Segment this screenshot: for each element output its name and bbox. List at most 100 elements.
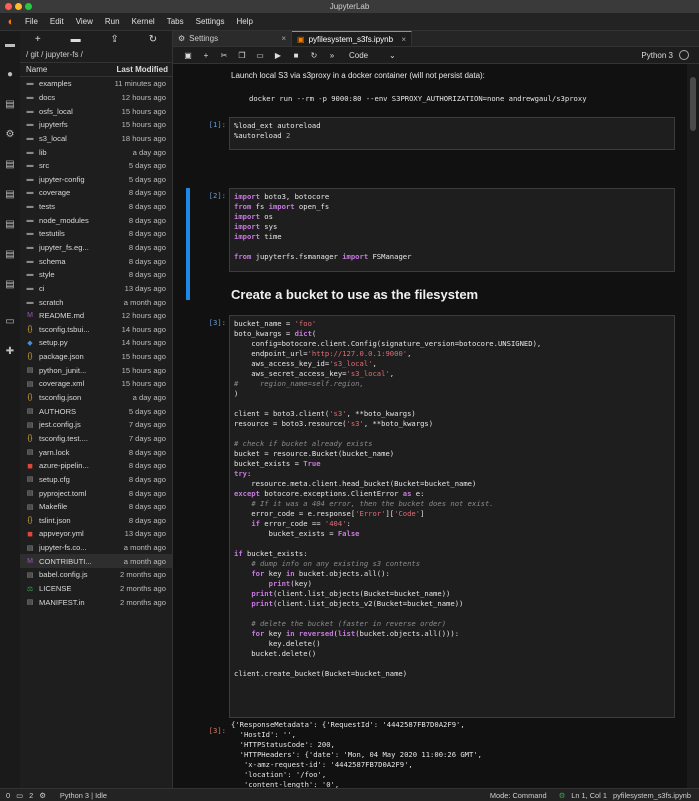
- menu-settings[interactable]: Settings: [196, 17, 225, 26]
- file-list-item[interactable]: ▤ Makefile 8 days ago: [20, 500, 172, 514]
- column-last-modified[interactable]: Last Modified: [100, 65, 172, 74]
- menu-file[interactable]: File: [25, 17, 38, 26]
- code-cell-3[interactable]: bucket_name = 'foo' boto_kwargs = dict( …: [229, 315, 675, 718]
- folder-icon[interactable]: ▬: [4, 39, 16, 51]
- file-list-item[interactable]: ▬ coverage 8 days ago: [20, 186, 172, 200]
- file-list-item[interactable]: ▤ MANIFEST.in 2 months ago: [20, 595, 172, 609]
- file-list-item[interactable]: ◼ azure-pipelin... 8 days ago: [20, 459, 172, 473]
- file-list-item[interactable]: ▬ jupyterfs 15 hours ago: [20, 118, 172, 132]
- cursor-position[interactable]: Ln 1, Col 1: [571, 791, 607, 800]
- column-name[interactable]: Name: [20, 65, 100, 74]
- refresh-icon[interactable]: ↻: [149, 34, 157, 45]
- file-list-item[interactable]: ▤ yarn.lock 8 days ago: [20, 445, 172, 459]
- file-list-item[interactable]: ◆ setup.py 14 hours ago: [20, 336, 172, 350]
- terminals-count[interactable]: 0: [6, 791, 10, 800]
- file-list-item[interactable]: ▤ jupyter-fs.co... a month ago: [20, 541, 172, 555]
- file-list-item[interactable]: ▬ docs 12 hours ago: [20, 91, 172, 105]
- file-list-item[interactable]: {} package.json 15 hours ago: [20, 350, 172, 364]
- kernel-name[interactable]: Python 3: [641, 51, 673, 60]
- file-list-item[interactable]: M README.md 12 hours ago: [20, 309, 172, 323]
- scrollbar-thumb[interactable]: [690, 77, 696, 131]
- tabs-icon[interactable]: ▭: [4, 316, 16, 328]
- file-modified: a month ago: [123, 556, 166, 566]
- file-list-item[interactable]: {} tsconfig.test.... 7 days ago: [20, 432, 172, 446]
- file-list-item[interactable]: ▬ schema 8 days ago: [20, 254, 172, 268]
- file-list-item[interactable]: ⚖ LICENSE 2 months ago: [20, 582, 172, 596]
- run-icon[interactable]: ▶: [271, 51, 285, 60]
- kernels-count[interactable]: 2: [29, 791, 33, 800]
- new-folder-icon[interactable]: ▬: [71, 34, 81, 45]
- chevron-down-icon[interactable]: ⌄: [389, 51, 396, 60]
- file-list-item[interactable]: ▬ jupyter_fs.eg... 8 days ago: [20, 241, 172, 255]
- breadcrumb[interactable]: / git / jupyter-fs /: [20, 48, 172, 62]
- file-list-item[interactable]: {} tsconfig.json a day ago: [20, 391, 172, 405]
- close-tab-icon[interactable]: ×: [401, 35, 406, 44]
- file-list-item[interactable]: ▬ examples 11 minutes ago: [20, 77, 172, 91]
- stop-icon[interactable]: ■: [289, 51, 303, 60]
- settings-gear-icon[interactable]: ⚙: [4, 129, 16, 141]
- commands-icon[interactable]: ▤: [4, 99, 16, 111]
- menu-edit[interactable]: Edit: [50, 17, 64, 26]
- filesystem-icon-4[interactable]: ▤: [4, 249, 16, 261]
- file-list-item[interactable]: ◼ appveyor.yml 13 days ago: [20, 527, 172, 541]
- cut-icon[interactable]: ✂: [217, 51, 231, 60]
- minimize-window-icon[interactable]: [15, 3, 22, 10]
- file-list-item[interactable]: ▤ pyproject.toml 8 days ago: [20, 486, 172, 500]
- file-list-item[interactable]: ▬ node_modules 8 days ago: [20, 213, 172, 227]
- menu-run[interactable]: Run: [105, 17, 120, 26]
- filesystem-icon-2[interactable]: ▤: [4, 189, 16, 201]
- code-cell-2[interactable]: import boto3, botocore from fs import op…: [229, 188, 675, 272]
- tab-settings[interactable]: ⚙ Settings ×: [173, 31, 292, 46]
- paste-icon[interactable]: ▭: [253, 51, 267, 60]
- file-list-item[interactable]: M CONTRIBUTI... a month ago: [20, 554, 172, 569]
- copy-icon[interactable]: ❐: [235, 51, 249, 60]
- close-window-icon[interactable]: [5, 3, 12, 10]
- tab-notebook[interactable]: ▣ pyfilesystem_s3fs.ipynb ×: [292, 31, 412, 46]
- running-icon[interactable]: ●: [4, 69, 16, 81]
- notebook-area[interactable]: Launch local S3 via s3proxy in a docker …: [173, 64, 687, 788]
- filesystem-icon-5[interactable]: ▤: [4, 279, 16, 291]
- file-list-item[interactable]: ▬ s3_local 18 hours ago: [20, 132, 172, 146]
- file-list-item[interactable]: ▤ babel.config.js 2 months ago: [20, 568, 172, 582]
- file-list-item[interactable]: ▤ setup.cfg 8 days ago: [20, 473, 172, 487]
- restart-run-all-icon[interactable]: »: [325, 51, 339, 60]
- menu-help[interactable]: Help: [237, 17, 253, 26]
- insert-cell-icon[interactable]: +: [199, 51, 213, 60]
- filesystem-icon-3[interactable]: ▤: [4, 219, 16, 231]
- file-list-item[interactable]: ▬ jupyter-config 5 days ago: [20, 172, 172, 186]
- file-list-item[interactable]: {} tslint.json 8 days ago: [20, 514, 172, 528]
- code-cell-1[interactable]: %load_ext autoreload %autoreload 2: [229, 117, 675, 150]
- save-icon[interactable]: ▣: [181, 51, 195, 60]
- maximize-window-icon[interactable]: [25, 3, 32, 10]
- kernel-status[interactable]: Python 3 | Idle: [60, 791, 107, 800]
- extension-puzzle-icon[interactable]: ✚: [4, 346, 16, 358]
- cell-type-select[interactable]: Code: [349, 51, 389, 60]
- filesystem-icon[interactable]: ▤: [4, 159, 16, 171]
- restart-icon[interactable]: ↻: [307, 51, 321, 60]
- folder-icon: ▬: [26, 244, 34, 251]
- file-list-item[interactable]: ▬ scratch a month ago: [20, 295, 172, 309]
- new-launcher-icon[interactable]: +: [35, 34, 41, 45]
- menu-tabs[interactable]: Tabs: [167, 17, 184, 26]
- file-list-item[interactable]: ▤ AUTHORS 5 days ago: [20, 404, 172, 418]
- file-list-item[interactable]: ▤ coverage.xml 15 hours ago: [20, 377, 172, 391]
- menu-view[interactable]: View: [76, 17, 93, 26]
- upload-icon[interactable]: ⇪: [110, 34, 118, 45]
- file-icon: ▤: [26, 380, 34, 388]
- folder-icon: ▬: [26, 175, 34, 183]
- scrollbar-track[interactable]: [689, 64, 697, 788]
- file-list-item[interactable]: ▬ lib a day ago: [20, 145, 172, 159]
- file-list-item[interactable]: ▬ osfs_local 15 hours ago: [20, 104, 172, 118]
- close-tab-icon[interactable]: ×: [281, 34, 286, 43]
- file-list-item[interactable]: ▬ testutils 8 days ago: [20, 227, 172, 241]
- file-list-item[interactable]: {} tsconfig.tsbui... 14 hours ago: [20, 323, 172, 337]
- folder-icon: ▬: [26, 80, 34, 88]
- file-list-item[interactable]: ▬ ci 13 days ago: [20, 282, 172, 296]
- file-list-item[interactable]: ▤ python_junit... 15 hours ago: [20, 363, 172, 377]
- file-list-item[interactable]: ▬ src 5 days ago: [20, 159, 172, 173]
- menu-kernel[interactable]: Kernel: [132, 17, 155, 26]
- file-icon: {}: [27, 394, 33, 402]
- file-list-item[interactable]: ▤ jest.config.js 7 days ago: [20, 418, 172, 432]
- file-list-item[interactable]: ▬ tests 8 days ago: [20, 200, 172, 214]
- file-list-item[interactable]: ▬ style 8 days ago: [20, 268, 172, 282]
